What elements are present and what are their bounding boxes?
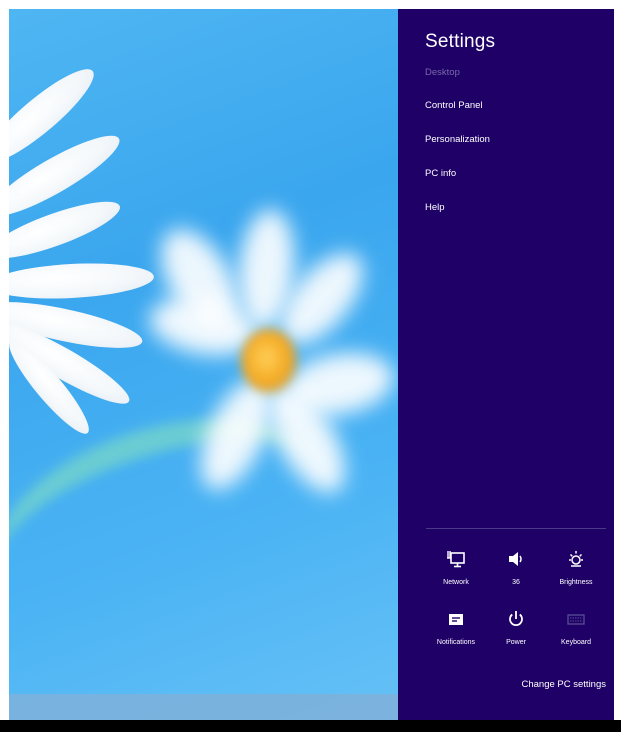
- brightness-icon: [546, 549, 606, 575]
- notifications-label: Notifications: [436, 639, 476, 646]
- speaker-icon: [486, 549, 546, 575]
- screen: Settings Desktop Control Panel Personali…: [0, 0, 621, 732]
- menu-item-help[interactable]: Help: [425, 201, 490, 235]
- notifications-button[interactable]: Notifications: [426, 609, 486, 657]
- menu-item-personalization[interactable]: Personalization: [425, 133, 490, 167]
- menu-item-pc-info[interactable]: PC info: [425, 167, 490, 201]
- keyboard-label: Keyboard: [561, 639, 591, 646]
- notifications-icon: [426, 609, 486, 635]
- divider: [426, 528, 606, 529]
- desktop-wallpaper[interactable]: [9, 9, 398, 720]
- keyboard-icon: [546, 609, 606, 635]
- change-pc-settings-link[interactable]: Change PC settings: [522, 679, 607, 690]
- menu-item-control-panel[interactable]: Control Panel: [425, 99, 490, 133]
- network-icon: [426, 549, 486, 575]
- network-label: Network: [443, 579, 469, 586]
- network-button[interactable]: Network: [426, 549, 486, 597]
- panel-context: Desktop: [425, 67, 460, 78]
- settings-menu: Control Panel Personalization PC info He…: [425, 99, 490, 235]
- brightness-label: Brightness: [559, 579, 593, 586]
- volume-label: 36: [512, 579, 520, 586]
- volume-button[interactable]: 36: [486, 549, 546, 597]
- flower-petal: [9, 259, 155, 303]
- bottom-strip: [0, 720, 621, 732]
- flower-center: [241, 329, 297, 393]
- power-label: Power: [506, 639, 526, 646]
- brightness-button[interactable]: Brightness: [546, 549, 606, 597]
- keyboard-button[interactable]: Keyboard: [546, 609, 606, 657]
- settings-charm-panel: Settings Desktop Control Panel Personali…: [398, 9, 614, 720]
- power-icon: [486, 609, 546, 635]
- power-button[interactable]: Power: [486, 609, 546, 657]
- taskbar[interactable]: [9, 694, 398, 720]
- panel-title: Settings: [425, 31, 496, 52]
